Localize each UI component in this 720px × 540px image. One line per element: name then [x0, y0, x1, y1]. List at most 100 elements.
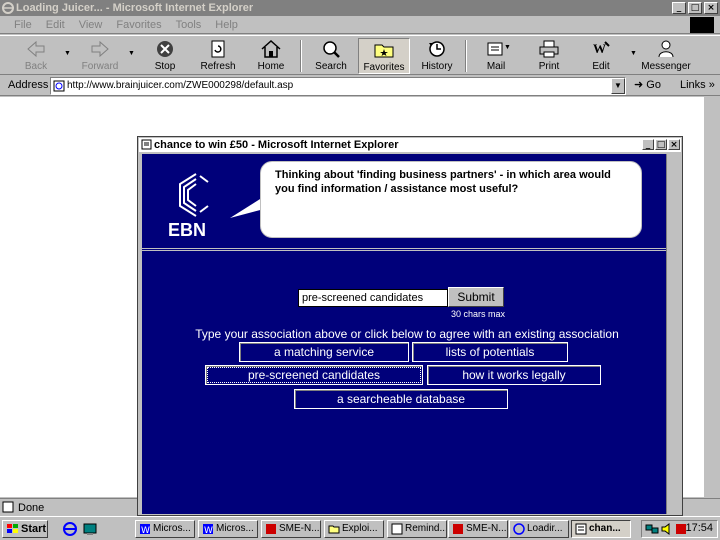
menu-view[interactable]: View — [79, 19, 103, 31]
association-input[interactable]: pre-screened candidates — [298, 289, 448, 307]
presentation-icon — [453, 524, 463, 534]
word-doc-icon: W — [140, 524, 150, 535]
refresh-button[interactable]: Refresh — [192, 38, 244, 74]
page-done-icon — [2, 501, 14, 513]
links-label: Links — [680, 79, 706, 91]
association-option-pre-screened-candidates[interactable]: pre-screened candidates — [205, 365, 423, 385]
task-label: Remind... — [405, 523, 447, 534]
go-label: Go — [646, 79, 661, 91]
ie-page-icon — [575, 523, 587, 535]
char-limit-note: 30 chars max — [451, 309, 506, 319]
task-label: Exploi... — [342, 523, 378, 534]
taskbar-item-word-2[interactable]: W Micros... — [198, 520, 258, 538]
taskbar-item-word-1[interactable]: W Micros... — [135, 520, 195, 538]
speaker-tray-icon[interactable] — [661, 523, 673, 535]
history-icon — [429, 41, 445, 57]
menu-tools[interactable]: Tools — [176, 19, 202, 31]
taskbar-item-reminder[interactable]: Remind... — [387, 520, 447, 538]
start-button[interactable]: Start — [2, 520, 48, 538]
home-button[interactable]: Home — [245, 38, 297, 74]
taskbar-item-chance-to-win[interactable]: chan... — [571, 520, 631, 538]
back-dropdown-arrow[interactable]: ▼ — [64, 50, 71, 57]
presentation-icon — [266, 524, 276, 534]
popup-title-bar[interactable]: chance to win £50 - Microsoft Internet E… — [139, 138, 681, 152]
address-url: http://www.brainjuicer.com/ZWE000298/def… — [67, 80, 294, 91]
svg-text:W: W — [204, 526, 213, 535]
print-icon — [539, 40, 559, 58]
taskbar-item-sme-2[interactable]: SME-N... — [448, 520, 508, 538]
ie-page-icon — [513, 523, 525, 535]
start-label: Start — [21, 523, 47, 535]
menu-help[interactable]: Help — [215, 19, 238, 31]
reminder-icon — [391, 523, 403, 535]
taskbar-item-exploring[interactable]: Exploi... — [324, 520, 384, 538]
popup-close-button[interactable]: × — [668, 139, 680, 150]
go-button[interactable]: ➜ Go — [634, 78, 661, 91]
ie-logo-icon — [2, 2, 14, 14]
address-label: Address — [8, 79, 49, 91]
popup-content: EBN Thinking about 'finding business par… — [142, 154, 678, 514]
address-dropdown-arrow[interactable]: ▼ — [611, 78, 625, 94]
popup-page-icon — [141, 139, 152, 150]
messenger-button[interactable]: Messenger — [640, 38, 692, 74]
association-option-how-it-works-legally[interactable]: how it works legally — [427, 365, 601, 385]
menu-file[interactable]: File — [14, 19, 32, 31]
stop-button[interactable]: Stop — [139, 38, 191, 74]
go-arrow-icon: ➜ — [634, 79, 644, 91]
address-input[interactable]: http://www.brainjuicer.com/ZWE000298/def… — [50, 77, 626, 95]
search-icon — [323, 41, 340, 58]
association-option-lists-of-potentials[interactable]: lists of potentials — [412, 342, 568, 362]
main-vertical-scrollbar[interactable] — [704, 97, 720, 497]
popup-maximize-button[interactable]: □ — [655, 139, 667, 150]
address-bar: Address http://www.brainjuicer.com/ZWE00… — [0, 76, 720, 96]
print-button[interactable]: Print — [523, 38, 575, 74]
forward-arrow-icon — [91, 40, 109, 58]
network-tray-icon[interactable] — [645, 523, 659, 535]
favorites-button[interactable]: Favorites — [358, 38, 410, 74]
popup-divider — [142, 248, 666, 251]
mail-dropdown-arrow[interactable]: ▼ — [504, 44, 511, 51]
desktop-quicklaunch-icon[interactable] — [82, 521, 98, 537]
task-label: chan... — [589, 523, 621, 534]
favorites-folder-icon — [374, 44, 394, 58]
edit-dropdown-arrow[interactable]: ▼ — [630, 50, 637, 57]
minimize-button[interactable]: _ — [672, 2, 686, 14]
search-button[interactable]: Search — [305, 38, 357, 74]
question-speech-bubble: Thinking about 'finding business partner… — [260, 161, 642, 238]
windows-throbber-logo — [690, 17, 714, 33]
forward-dropdown-arrow[interactable]: ▼ — [128, 50, 135, 57]
system-tray: 17:54 — [641, 520, 718, 538]
windows-flag-icon — [7, 524, 18, 533]
popup-window: chance to win £50 - Microsoft Internet E… — [137, 136, 683, 516]
ie-quicklaunch-icon[interactable] — [62, 521, 78, 537]
association-option-searcheable-database[interactable]: a searcheable database — [294, 389, 508, 409]
menu-bar: File Edit View Favorites Tools Help — [0, 16, 720, 34]
taskbar-item-loading-juicer[interactable]: Loadir... — [509, 520, 569, 538]
clock: 17:54 — [685, 522, 713, 534]
close-button[interactable]: × — [704, 2, 718, 14]
association-option-matching-service[interactable]: a matching service — [239, 342, 409, 362]
word-doc-icon: W — [203, 524, 213, 535]
question-text: Thinking about 'finding business partner… — [275, 169, 611, 195]
popup-minimize-button[interactable]: _ — [642, 139, 654, 150]
svg-text:W: W — [141, 526, 150, 535]
maximize-button[interactable]: □ — [688, 2, 702, 14]
svg-text:W: W — [593, 41, 606, 56]
ebn-logo-text: EBN — [168, 220, 207, 240]
mail-button[interactable]: Mail — [470, 38, 522, 74]
standard-toolbar: Back ▼ Forward ▼ Stop Refresh Home Searc… — [0, 35, 720, 75]
taskbar-item-sme-1[interactable]: SME-N... — [261, 520, 321, 538]
popup-vertical-scrollbar[interactable] — [666, 154, 678, 514]
links-button[interactable]: Links » — [676, 79, 720, 95]
history-button[interactable]: History — [411, 38, 463, 74]
menu-edit[interactable]: Edit — [46, 19, 65, 31]
submit-button[interactable]: Submit — [448, 287, 504, 307]
edit-icon: W — [593, 41, 610, 56]
back-button[interactable]: Back — [10, 38, 62, 74]
forward-button[interactable]: Forward — [74, 38, 126, 74]
main-window-title-bar[interactable]: Loading Juicer... - Microsoft Internet E… — [0, 0, 720, 16]
toolbar-separator — [465, 40, 467, 72]
edit-button[interactable]: W Edit — [575, 38, 627, 74]
menu-favorites[interactable]: Favorites — [116, 19, 161, 31]
page-icon — [53, 80, 65, 92]
